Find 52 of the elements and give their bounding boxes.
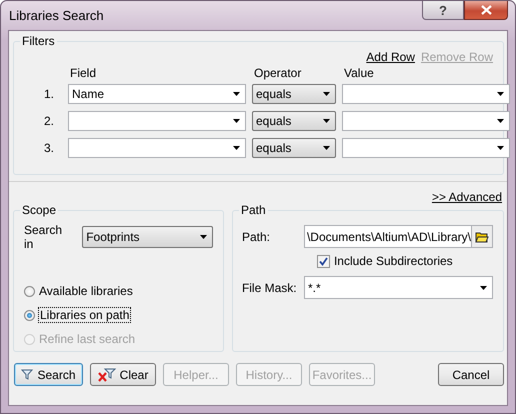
column-header: Operator (253, 66, 302, 80)
close-button[interactable] (464, 1, 508, 20)
browse-button[interactable] (471, 226, 492, 247)
file-mask-dropdown[interactable]: *.* (304, 276, 493, 299)
path-label: Path: (242, 230, 271, 244)
operator-dropdown[interactable]: equals (252, 138, 336, 158)
operator-dropdown[interactable]: equals (252, 111, 336, 131)
folder-icon (475, 230, 489, 242)
clear-button[interactable]: Clear (90, 363, 156, 386)
add-row-link[interactable]: Add Row (366, 50, 415, 66)
column-header: Value (343, 66, 375, 80)
dropdown-arrow-icon (497, 119, 504, 123)
field-dropdown[interactable] (68, 111, 246, 131)
dropdown-arrow-icon (200, 235, 207, 239)
row-number: 2. (44, 114, 55, 128)
field-dropdown[interactable]: Name (68, 84, 246, 104)
dropdown-arrow-icon (323, 146, 330, 150)
window-title: Libraries Search (8, 8, 104, 23)
group-title: Filters (20, 34, 57, 48)
help-button[interactable]: ? (422, 1, 464, 20)
filter-cross-icon (98, 368, 116, 382)
dropdown-arrow-icon (233, 119, 240, 123)
dropdown-arrow-icon (233, 92, 240, 96)
group-title: Path (238, 203, 268, 217)
scope-radio[interactable]: Libraries on path (24, 308, 213, 322)
value-dropdown[interactable] (342, 111, 510, 131)
row-number: 3. (44, 141, 55, 155)
group-title: Scope (20, 203, 58, 217)
column-header: Field (69, 66, 98, 80)
cancel-button[interactable]: Cancel (438, 363, 504, 386)
path-field[interactable]: \Documents\Altium\AD\Library\ (304, 225, 493, 248)
dropdown-arrow-icon (233, 146, 240, 150)
close-icon (480, 5, 492, 15)
dropdown-arrow-icon (497, 92, 504, 96)
value-dropdown[interactable] (342, 138, 510, 158)
search-button[interactable]: Search (14, 363, 83, 386)
include-subdirectories-checkbox[interactable]: Include Subdirectories (316, 254, 493, 268)
search-in-label: Search in (24, 223, 64, 251)
field-dropdown[interactable] (68, 138, 246, 158)
scope-radio[interactable]: Available libraries (24, 284, 213, 298)
file-mask-label: File Mask: (242, 280, 298, 294)
dropdown-arrow-icon (323, 119, 330, 123)
dropdown-arrow-icon (497, 146, 504, 150)
filter-icon (21, 369, 34, 380)
search-in-dropdown[interactable]: Footprints (82, 226, 213, 248)
operator-dropdown[interactable]: equals (252, 84, 336, 104)
dropdown-arrow-icon (323, 92, 330, 96)
advanced-link[interactable]: >> Advanced (432, 190, 502, 204)
row-number: 1. (44, 87, 55, 101)
value-dropdown[interactable] (342, 84, 510, 104)
dropdown-arrow-icon (480, 286, 487, 290)
check-icon (318, 256, 328, 266)
